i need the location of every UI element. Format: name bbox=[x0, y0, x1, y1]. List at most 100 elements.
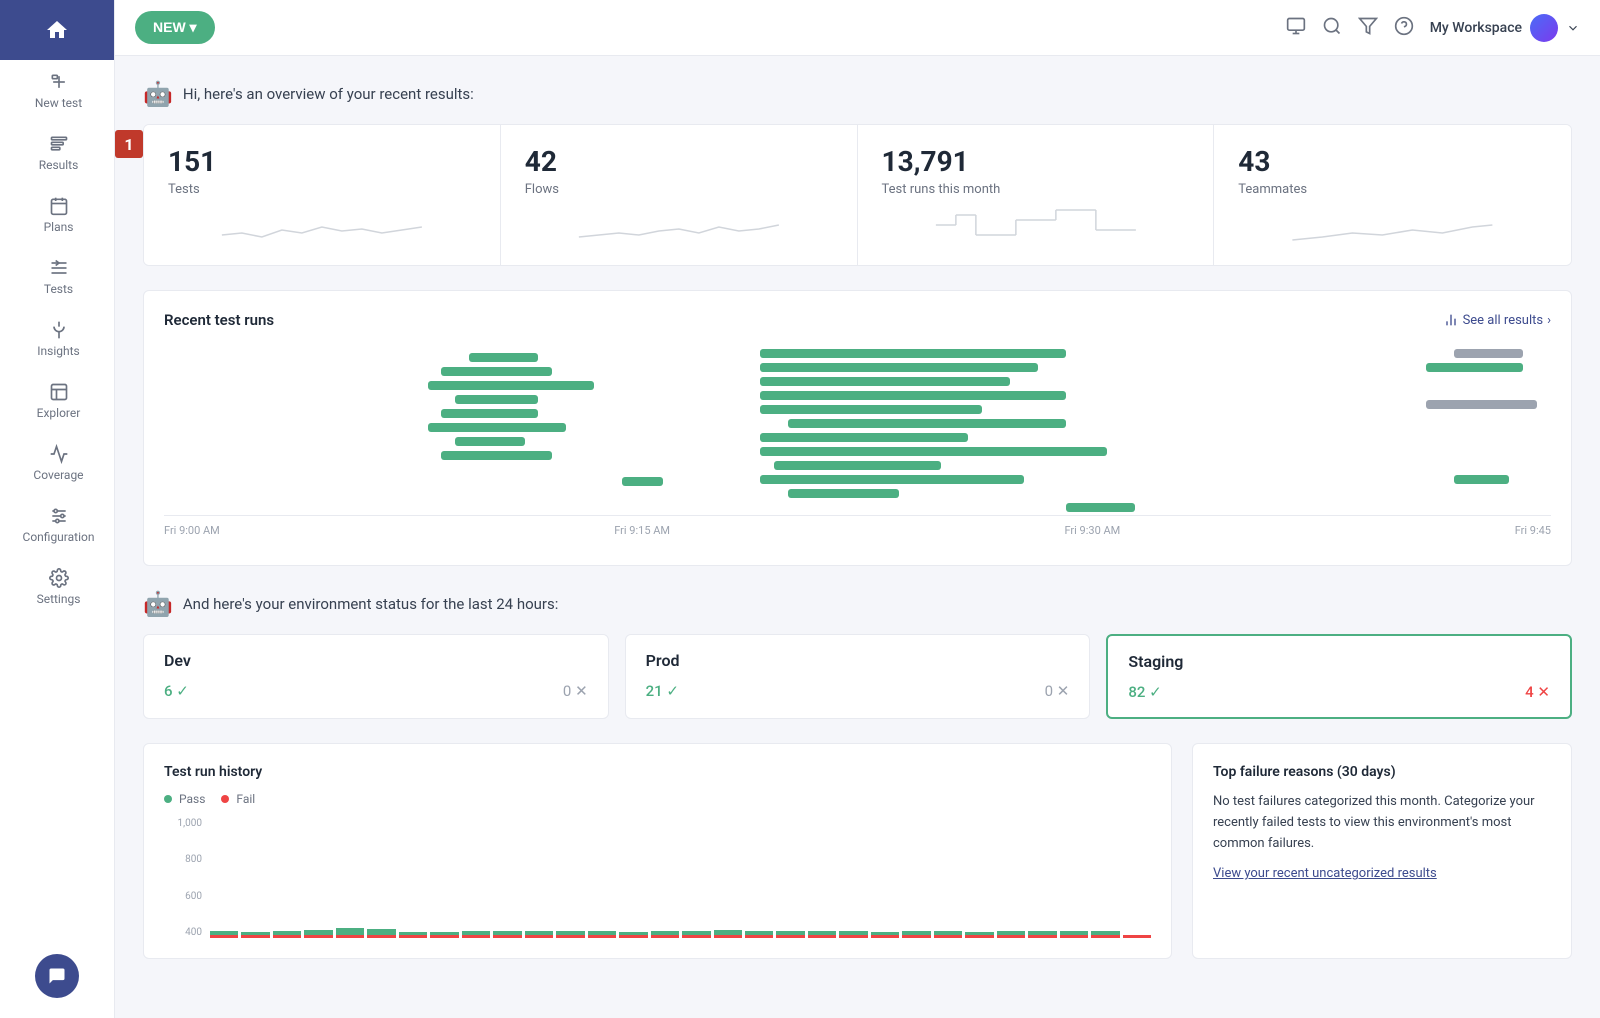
sidebar-item-explorer[interactable]: Explorer bbox=[0, 370, 114, 432]
bar-fail bbox=[304, 935, 332, 938]
bar-group bbox=[619, 818, 647, 938]
help-icon[interactable] bbox=[1394, 16, 1414, 40]
new-button[interactable]: NEW ▾ bbox=[135, 11, 215, 44]
bar-group bbox=[1060, 818, 1088, 938]
configuration-icon bbox=[49, 506, 69, 526]
bar-fail bbox=[776, 935, 804, 938]
sidebar-item-settings[interactable]: Settings bbox=[0, 556, 114, 618]
test-history-card: Test run history Pass Fail 1,000 800 bbox=[143, 743, 1172, 959]
see-all-results-link[interactable]: See all results › bbox=[1443, 312, 1551, 328]
chat-button[interactable] bbox=[35, 954, 79, 998]
welcome-header: 🤖 Hi, here's an overview of your recent … bbox=[143, 80, 1572, 108]
chart-area: 1,000 800 600 400 bbox=[164, 818, 1151, 938]
sparkline-runs bbox=[882, 205, 1190, 245]
bar-fail bbox=[1060, 935, 1088, 938]
monitor-icon[interactable] bbox=[1286, 16, 1306, 40]
sidebar-item-insights[interactable]: Insights bbox=[0, 308, 114, 370]
workspace-dropdown[interactable]: My Workspace bbox=[1430, 14, 1580, 42]
sidebar-label-new-test: New test bbox=[35, 96, 82, 110]
step-indicator: 1 bbox=[115, 130, 143, 158]
tests-icon bbox=[49, 258, 69, 278]
explorer-icon bbox=[49, 382, 69, 402]
sidebar-item-new-test[interactable]: New test bbox=[0, 60, 114, 122]
gantt-timeline: Fri 9:00 AM Fri 9:15 AM Fri 9:30 AM Fri … bbox=[164, 515, 1551, 537]
sidebar-label-explorer: Explorer bbox=[37, 406, 81, 420]
bar-group bbox=[336, 818, 364, 938]
chart-title: Test run history bbox=[164, 764, 1151, 780]
chevron-down-icon bbox=[1566, 21, 1580, 35]
stat-card-flows[interactable]: 42 Flows bbox=[501, 125, 858, 265]
bar-fail bbox=[1091, 935, 1119, 938]
robot-icon-2: 🤖 bbox=[143, 590, 173, 618]
bar-chart-icon bbox=[1443, 312, 1459, 328]
recent-runs-header: Recent test runs See all results › bbox=[164, 311, 1551, 329]
sidebar-item-plans[interactable]: Plans bbox=[0, 184, 114, 246]
main-content: NEW ▾ bbox=[115, 0, 1600, 1018]
env-card-prod[interactable]: Prod 21 ✓ 0 ✕ bbox=[625, 634, 1091, 719]
bar-group bbox=[304, 818, 332, 938]
stat-number-flows: 42 bbox=[525, 145, 833, 178]
search-icon[interactable] bbox=[1322, 16, 1342, 40]
settings-icon bbox=[49, 568, 69, 588]
bar-fail bbox=[808, 935, 836, 938]
stat-card-teammates[interactable]: 43 Teammates bbox=[1214, 125, 1571, 265]
bar-fail bbox=[493, 935, 521, 938]
bar-fail bbox=[902, 935, 930, 938]
sidebar-label-tests: Tests bbox=[44, 282, 73, 296]
env-card-staging[interactable]: Staging 82 ✓ 4 ✕ bbox=[1106, 634, 1572, 719]
bar-group bbox=[399, 818, 427, 938]
timeline-label-1: Fri 9:15 AM bbox=[614, 524, 670, 537]
bar-group bbox=[462, 818, 490, 938]
sparkline-teammates bbox=[1238, 205, 1547, 245]
sidebar-item-home[interactable] bbox=[0, 0, 114, 60]
topbar: NEW ▾ bbox=[115, 0, 1600, 56]
sidebar-label-plans: Plans bbox=[44, 220, 74, 234]
bar-group bbox=[902, 818, 930, 938]
sidebar-item-tests[interactable]: Tests bbox=[0, 246, 114, 308]
sidebar-label-results: Results bbox=[39, 158, 79, 172]
filter-icon[interactable] bbox=[1358, 16, 1378, 40]
bar-group bbox=[1028, 818, 1056, 938]
sidebar-label-settings: Settings bbox=[37, 592, 81, 606]
failure-message: No test failures categorized this month.… bbox=[1213, 792, 1551, 854]
gantt-chart: Fri 9:00 AM Fri 9:15 AM Fri 9:30 AM Fri … bbox=[164, 345, 1551, 545]
env-card-dev[interactable]: Dev 6 ✓ 0 ✕ bbox=[143, 634, 609, 719]
chat-icon bbox=[47, 966, 67, 986]
bar-group bbox=[556, 818, 584, 938]
bar-group bbox=[430, 818, 458, 938]
bar-group bbox=[682, 818, 710, 938]
bar-fail bbox=[525, 935, 553, 938]
sidebar-label-configuration: Configuration bbox=[23, 530, 95, 544]
stat-label-runs: Test runs this month bbox=[882, 182, 1190, 197]
stat-card-runs[interactable]: 13,791 Test runs this month bbox=[858, 125, 1215, 265]
bar-group bbox=[1123, 818, 1151, 938]
bar-fail bbox=[839, 935, 867, 938]
bar-fail bbox=[871, 935, 899, 938]
sparkline-tests bbox=[168, 205, 476, 245]
bar-group bbox=[934, 818, 962, 938]
sidebar-item-configuration[interactable]: Configuration bbox=[0, 494, 114, 556]
env-heading: And here's your environment status for t… bbox=[183, 595, 558, 613]
bar-pass bbox=[336, 928, 364, 935]
stat-label-flows: Flows bbox=[525, 182, 833, 197]
bar-group bbox=[745, 818, 773, 938]
sidebar-item-results[interactable]: Results bbox=[0, 122, 114, 184]
bar-fail bbox=[367, 935, 395, 938]
env-pass-prod: 21 ✓ bbox=[646, 682, 679, 700]
bar-group bbox=[965, 818, 993, 938]
see-all-label: See all results bbox=[1463, 313, 1544, 328]
failure-link[interactable]: View your recent uncategorized results bbox=[1213, 866, 1551, 881]
plans-icon bbox=[49, 196, 69, 216]
env-name-dev: Dev bbox=[164, 651, 588, 670]
env-stats-staging: 82 ✓ 4 ✕ bbox=[1128, 683, 1550, 701]
recent-runs-title: Recent test runs bbox=[164, 311, 274, 329]
stat-card-tests[interactable]: 151 Tests bbox=[144, 125, 501, 265]
bar-fail bbox=[997, 935, 1025, 938]
sidebar-item-coverage[interactable]: Coverage bbox=[0, 432, 114, 494]
topbar-icons: My Workspace bbox=[1286, 14, 1580, 42]
bar-fail bbox=[210, 935, 238, 938]
bar-chart bbox=[210, 818, 1151, 938]
env-pass-dev: 6 ✓ bbox=[164, 682, 189, 700]
bar-group bbox=[493, 818, 521, 938]
bar-group bbox=[871, 818, 899, 938]
